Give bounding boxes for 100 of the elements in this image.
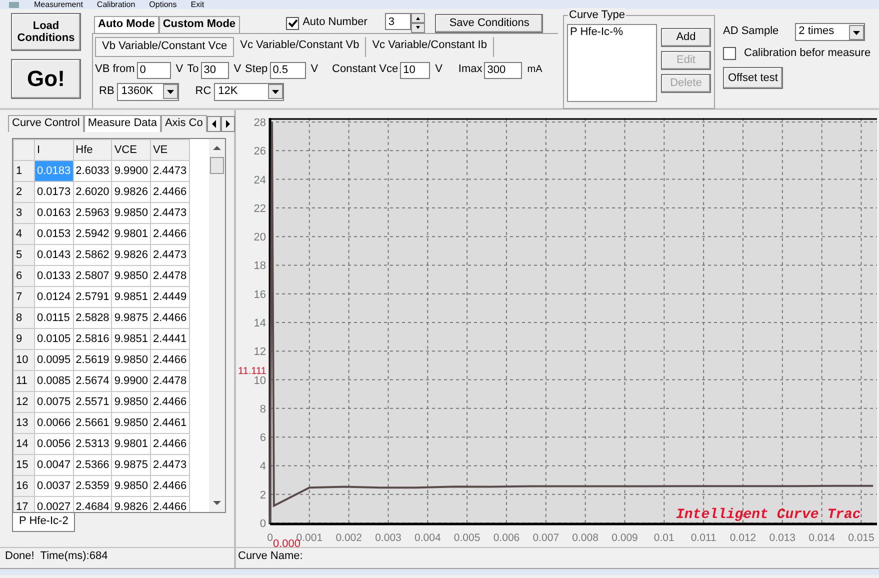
chart-watermark: Intelligent Curve Trac	[676, 507, 861, 523]
input-field[interactable]: 10	[400, 62, 430, 79]
table-row[interactable]: 3 0.0163 2.5963 9.9850 2.4473	[14, 202, 190, 224]
go-button[interactable]: Go!	[11, 59, 81, 99]
row-number: 2	[14, 181, 34, 202]
row-number: 4	[14, 223, 34, 244]
table-cell: 2.5942	[73, 223, 112, 244]
curve-list[interactable]: P Hfe-Ic-%	[567, 24, 657, 102]
dropdown[interactable]: 2 times	[794, 23, 865, 41]
checkbox[interactable]	[286, 16, 299, 30]
table-row[interactable]: 9 0.0105 2.5816 9.9851 2.4441	[14, 328, 190, 350]
table-cell: 2.5313	[73, 433, 112, 454]
menu-item[interactable]: Measurement	[34, 0, 83, 9]
panel-tab[interactable]: Axis Co	[160, 115, 207, 132]
table-row[interactable]: 10 0.0095 2.5619 9.9850 2.4466	[14, 349, 190, 370]
input-field[interactable]: 300	[484, 62, 522, 79]
offset-test-button[interactable]: Offset test	[723, 66, 783, 89]
table-cell: 2.6020	[73, 181, 112, 202]
table-cell: 2.5828	[73, 307, 112, 328]
table-row[interactable]: 7 0.0124 2.5791 9.9851 2.4449	[14, 286, 190, 308]
menu-item[interactable]: Exit	[190, 0, 204, 9]
unit-label: V	[310, 63, 318, 78]
y-tick-label: 20	[254, 232, 266, 244]
number-field[interactable]: 3	[385, 13, 412, 30]
mode-tab[interactable]: Auto Mode	[94, 16, 159, 33]
table-row[interactable]: 11 0.0085 2.5674 9.9900 2.4478	[14, 370, 190, 392]
table-cell: 9.9851	[112, 286, 150, 308]
table-cell: 2.5359	[73, 475, 112, 496]
table-row[interactable]: 4 0.0153 2.5942 9.9801 2.4466	[14, 223, 190, 244]
x-tick-label: 0.008	[572, 532, 598, 544]
field-label: To	[187, 63, 199, 78]
curve-name-label: Curve Name:	[237, 549, 304, 564]
table-cell: 0.0143	[34, 244, 74, 266]
curve-button[interactable]: Add	[661, 28, 711, 47]
dropdown[interactable]: 1360K	[117, 82, 180, 101]
app-icon	[8, 0, 20, 8]
table-cell: 9.9850	[112, 412, 150, 434]
menu-item[interactable]: Options	[149, 0, 177, 9]
table-row[interactable]: 5 0.0143 2.5862 9.9826 2.4473	[14, 244, 190, 266]
unit-label: V	[176, 63, 184, 78]
save-conditions-button[interactable]: Save Conditions	[435, 14, 544, 33]
unit-label: V	[435, 63, 442, 78]
dropdown[interactable]: 12K	[214, 82, 284, 101]
table-cell: 9.9850	[112, 265, 150, 286]
table-row[interactable]: 15 0.0047 2.5366 9.9875 2.4473	[14, 454, 190, 476]
row-number: 9	[14, 328, 34, 350]
table-cell: 2.4466	[150, 475, 190, 496]
table-row[interactable]: 2 0.0173 2.6020 9.9826 2.4466	[14, 181, 190, 202]
field-label: RB	[99, 84, 114, 99]
load-conditions-button[interactable]: Load Conditions	[11, 13, 81, 51]
checkbox-label: Calibration befor measure	[744, 47, 871, 61]
table-cell: 2.4478	[150, 370, 190, 392]
menu-item[interactable]: Calibration	[96, 0, 136, 9]
group-title: Curve Type	[568, 8, 626, 22]
table-cell: 0.0056	[34, 433, 74, 454]
table-cell: 9.9801	[112, 433, 150, 454]
table-cell: 2.4466	[150, 223, 190, 244]
table-row[interactable]: 13 0.0066 2.5661 9.9850 2.4461	[14, 412, 190, 434]
table-row[interactable]: 14 0.0056 2.5313 9.9801 2.4466	[14, 433, 190, 454]
row-number: 11	[14, 370, 34, 392]
table-cell: 9.9875	[112, 307, 150, 328]
table-cell: 9.9826	[112, 496, 150, 512]
table-cell: 0.0173	[34, 181, 74, 202]
table-cell: 9.9900	[112, 160, 150, 182]
row-number: 1	[14, 160, 34, 182]
y-tick-label: 26	[254, 146, 266, 158]
table-cell: 0.0075	[34, 391, 74, 412]
table-row[interactable]: 8 0.0115 2.5828 9.9875 2.4466	[14, 307, 190, 328]
table-row[interactable]: 12 0.0075 2.5571 9.9850 2.4466	[14, 391, 190, 412]
row-number: 12	[14, 391, 34, 412]
sweep-tab[interactable]: Vb Variable/Constant Vce	[95, 37, 234, 57]
table-cell: 2.4466	[150, 307, 190, 328]
caret-icon	[163, 84, 178, 100]
table-row[interactable]: 6 0.0133 2.5807 9.9850 2.4478	[14, 265, 190, 286]
y-tick-label: 10	[254, 374, 266, 387]
input-field[interactable]: 0	[136, 62, 171, 79]
check-icon	[286, 18, 298, 28]
field-label: Imax	[458, 63, 482, 78]
row-number: 7	[14, 286, 34, 308]
table-cell: 2.5661	[73, 412, 112, 434]
unit-label: V	[234, 63, 242, 78]
table-cell: 2.4473	[150, 244, 190, 266]
input-field[interactable]: 30	[200, 62, 229, 79]
input-field[interactable]: 0.5	[270, 62, 306, 79]
table-cell: 0.0163	[34, 202, 74, 224]
checkbox[interactable]	[723, 47, 736, 60]
table-cell: 2.4466	[150, 391, 190, 412]
mode-tab[interactable]: Custom Mode	[158, 16, 240, 33]
sweep-tab[interactable]: Vc Variable/Constant Ib	[366, 37, 494, 57]
table-row[interactable]: 16 0.0037 2.5359 9.9850 2.4466	[14, 475, 190, 496]
sweep-tab[interactable]: Vc Variable/Constant Vb	[234, 37, 366, 57]
table-cell: 9.9826	[112, 244, 150, 266]
list-item[interactable]: P Hfe-Ic-%	[570, 26, 654, 40]
panel-tab[interactable]: Curve Control	[8, 115, 84, 132]
curve-tab[interactable]: P Hfe-Ic-2	[12, 512, 76, 532]
table-row[interactable]: 1 0.0183 2.6033 9.9900 2.4473	[14, 160, 190, 182]
panel-tab[interactable]: Measure Data	[84, 115, 161, 132]
table-cell: 2.4466	[150, 349, 190, 370]
spinner-icon	[411, 13, 426, 33]
table-cell: 2.5571	[73, 391, 112, 412]
